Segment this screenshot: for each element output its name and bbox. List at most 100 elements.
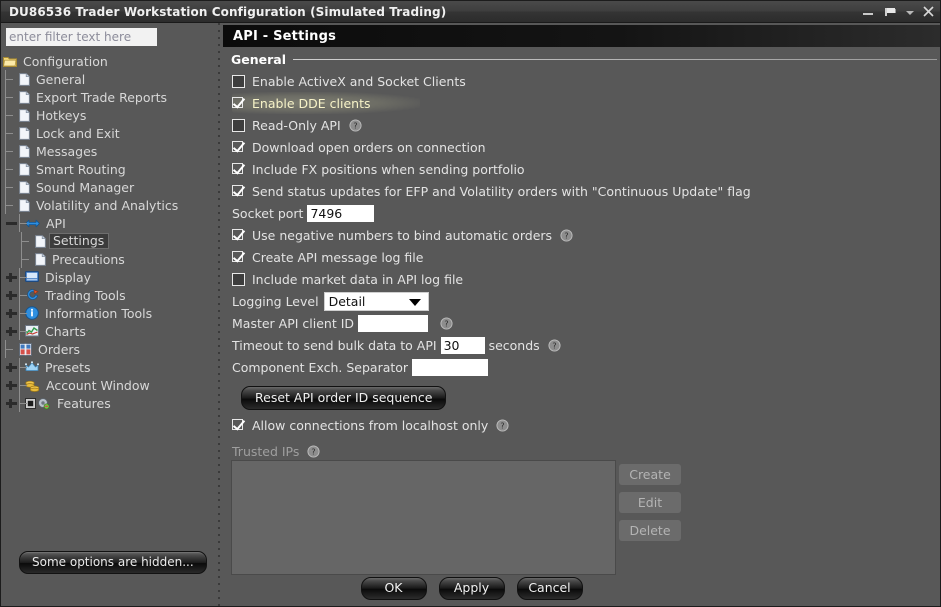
row-localhost-only: Allow connections from localhost only ? xyxy=(232,414,940,436)
sidebar-item-api[interactable]: API xyxy=(1,214,216,232)
logging-level-select[interactable]: Detail xyxy=(323,291,429,311)
checkbox-efp-status-updates[interactable] xyxy=(232,184,245,198)
sidebar-item-label: Settings xyxy=(49,233,110,249)
cancel-button[interactable]: Cancel xyxy=(516,577,583,600)
sidebar-item-presets[interactable]: Presets xyxy=(1,358,216,376)
timeout-input[interactable] xyxy=(440,336,485,354)
sidebar-item-general[interactable]: General xyxy=(1,70,216,88)
create-button[interactable]: Create xyxy=(619,464,681,485)
socket-port-input[interactable] xyxy=(307,204,375,222)
label-use-negative-numbers: Use negative numbers to bind automatic o… xyxy=(252,227,553,243)
configuration-tree: Configuration General Export Trade Reports… xyxy=(1,50,216,412)
panel-splitter[interactable] xyxy=(217,23,222,606)
chevron-down-icon[interactable] xyxy=(905,4,914,19)
checkbox-create-api-log[interactable] xyxy=(232,250,245,264)
sidebar-item-hotkeys[interactable]: Hotkeys xyxy=(1,106,216,124)
sidebar-item-orders[interactable]: Orders xyxy=(1,340,216,358)
checkbox-include-market-data-log[interactable] xyxy=(232,272,245,286)
sidebar-item-label: Precautions xyxy=(52,251,125,267)
tree-connector xyxy=(5,70,19,88)
sidebar-item-precautions[interactable]: Precautions xyxy=(1,250,216,268)
delete-button[interactable]: Delete xyxy=(619,520,681,541)
row-component-separator: Component Exch. Separator xyxy=(232,356,940,378)
expand-icon[interactable] xyxy=(5,271,18,284)
expand-icon[interactable] xyxy=(5,397,18,410)
master-client-id-input[interactable] xyxy=(358,314,429,332)
sidebar-item-label: Sound Manager xyxy=(36,179,135,195)
document-icon xyxy=(19,180,30,194)
sidebar-item-account-window[interactable]: Account Window xyxy=(1,376,216,394)
checkbox-use-negative-numbers[interactable] xyxy=(232,228,245,242)
help-icon-localhost-only[interactable]: ? xyxy=(496,418,509,432)
hidden-options-wrapper: Some options are hidden... xyxy=(19,551,207,574)
checkbox-localhost-only[interactable] xyxy=(232,418,245,432)
tree-connector xyxy=(19,304,27,322)
sidebar-item-label: Lock and Exit xyxy=(36,125,120,141)
sidebar-item-features[interactable]: Features xyxy=(1,394,216,412)
sidebar-item-lock-and-exit[interactable]: Lock and Exit xyxy=(1,124,216,142)
label-localhost-only: Allow connections from localhost only xyxy=(252,417,489,433)
sidebar-item-sound-manager[interactable]: Sound Manager xyxy=(1,178,216,196)
collapse-icon[interactable] xyxy=(5,217,18,230)
sidebar-item-smart-routing[interactable]: Smart Routing xyxy=(1,160,216,178)
sidebar-item-label: Volatility and Analytics xyxy=(36,197,179,213)
component-separator-input[interactable] xyxy=(412,358,489,376)
checkbox-include-fx-positions[interactable] xyxy=(232,162,245,176)
tree-connector xyxy=(5,178,19,196)
label-trusted-ips: Trusted IPs xyxy=(232,443,300,459)
checkbox-download-open-orders[interactable] xyxy=(232,140,245,154)
expand-icon[interactable] xyxy=(5,289,18,302)
checkbox-read-only-api[interactable] xyxy=(232,118,245,132)
sidebar-item-label: Trading Tools xyxy=(45,287,126,303)
tree-connector xyxy=(21,250,35,268)
expand-icon[interactable] xyxy=(5,361,18,374)
help-icon-read-only-api[interactable]: ? xyxy=(349,118,362,132)
help-icon-use-negative-numbers[interactable]: ? xyxy=(560,228,573,242)
splitter-dots xyxy=(218,23,220,606)
sidebar-item-charts[interactable]: Charts xyxy=(1,322,216,340)
close-icon[interactable] xyxy=(921,4,936,19)
trusted-ips-list[interactable] xyxy=(231,460,616,575)
sidebar-item-volatility-and-analytics[interactable]: Volatility and Analytics xyxy=(1,196,216,214)
sidebar-item-label: Hotkeys xyxy=(36,107,87,123)
flag-icon[interactable] xyxy=(883,4,898,19)
row-efp-status-updates: Send status updates for EFP and Volatili… xyxy=(232,180,940,202)
checkbox-enable-activex[interactable] xyxy=(232,74,245,88)
sidebar-item-settings[interactable]: Settings xyxy=(1,232,216,250)
tree-connector xyxy=(19,376,27,394)
row-include-fx-positions: Include FX positions when sending portfo… xyxy=(232,158,940,180)
api-arrows-icon xyxy=(25,217,40,230)
tree-connector xyxy=(5,88,19,106)
expand-icon[interactable] xyxy=(5,379,18,392)
apply-button[interactable]: Apply xyxy=(438,577,505,600)
reset-api-order-id-button[interactable]: Reset API order ID sequence xyxy=(241,386,447,410)
tree-connector xyxy=(19,286,27,304)
ok-button[interactable]: OK xyxy=(360,577,427,600)
sidebar-item-display[interactable]: Display xyxy=(1,268,216,286)
logging-level-value: Detail xyxy=(328,293,366,309)
document-icon xyxy=(19,144,30,158)
help-icon-trusted-ips[interactable]: ? xyxy=(307,444,320,458)
search-input[interactable] xyxy=(6,28,157,46)
checkbox-enable-dde[interactable] xyxy=(232,96,245,110)
expand-icon[interactable] xyxy=(5,325,18,338)
minimize-icon[interactable] xyxy=(861,4,876,19)
row-socket-port: Socket port xyxy=(232,202,940,224)
dialog-button-bar: OK Apply Cancel xyxy=(1,577,940,600)
some-options-hidden-button[interactable]: Some options are hidden... xyxy=(19,551,207,574)
label-master-client-id: Master API client ID xyxy=(232,315,355,331)
help-icon-timeout[interactable]: ? xyxy=(548,338,561,352)
row-enable-dde: Enable DDE clients xyxy=(232,92,420,114)
sidebar-item-messages[interactable]: Messages xyxy=(1,142,216,160)
svg-text:?: ? xyxy=(552,341,556,350)
sidebar-item-configuration[interactable]: Configuration xyxy=(1,52,216,70)
help-icon-master-client-id[interactable]: ? xyxy=(440,316,453,330)
sidebar-item-information-tools[interactable]: Information Tools xyxy=(1,304,216,322)
edit-button[interactable]: Edit xyxy=(619,492,681,513)
sidebar-item-trading-tools[interactable]: Trading Tools xyxy=(1,286,216,304)
expand-icon[interactable] xyxy=(5,307,18,320)
group-label: General xyxy=(231,52,286,67)
document-icon xyxy=(19,72,30,86)
sidebar: Configuration General Export Trade Reports… xyxy=(1,23,216,606)
sidebar-item-export-trade-reports[interactable]: Export Trade Reports xyxy=(1,88,216,106)
